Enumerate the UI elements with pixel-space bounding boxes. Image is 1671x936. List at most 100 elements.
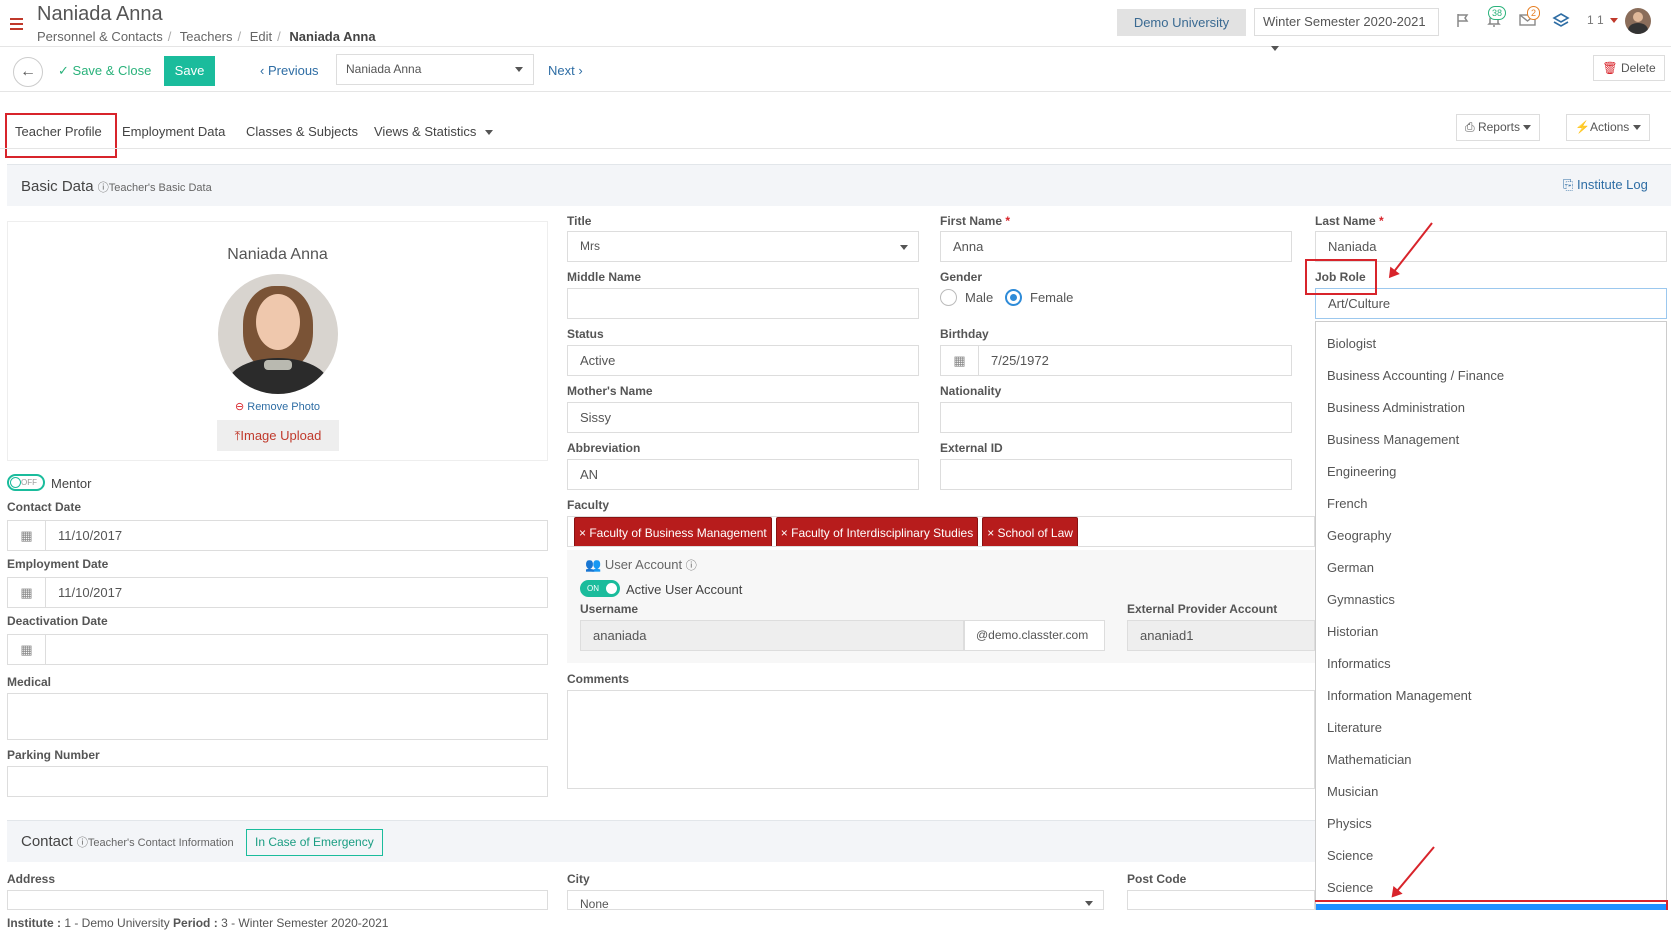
job-role-option[interactable]: Business Management xyxy=(1327,432,1459,447)
previous-button[interactable]: ‹ Previous xyxy=(260,63,319,78)
nationality-input[interactable] xyxy=(940,402,1292,433)
back-button[interactable]: ← xyxy=(13,57,43,87)
contact-date-input[interactable]: 11/10/2017 xyxy=(45,520,548,551)
city-select[interactable]: None xyxy=(567,890,1104,910)
breadcrumb-teachers[interactable]: Teachers xyxy=(180,29,233,44)
job-role-option[interactable]: Literature xyxy=(1327,720,1382,735)
faculty-tag-label: School of Law xyxy=(997,526,1073,540)
username-label: Username xyxy=(580,602,639,616)
last-name-label: Last Name * xyxy=(1315,214,1384,228)
remove-photo-link[interactable]: ⊖ Remove Photo xyxy=(8,400,547,413)
gender-male-radio[interactable] xyxy=(940,289,957,306)
job-role-dropdown: Biologist Business Accounting / Finance … xyxy=(1315,321,1667,936)
contact-title-text: Contact xyxy=(21,833,73,850)
calendar-icon[interactable]: ▦ xyxy=(7,634,45,665)
footer-period-value: 3 - Winter Semester 2020-2021 xyxy=(221,916,389,930)
calendar-icon[interactable]: ▦ xyxy=(7,520,45,551)
trash-icon: 🗑 xyxy=(1602,61,1618,75)
job-role-option[interactable]: Mathematician xyxy=(1327,752,1412,767)
calendar-icon[interactable]: ▦ xyxy=(940,345,978,376)
calendar-icon[interactable]: ▦ xyxy=(7,577,45,608)
job-role-option[interactable]: Business Administration xyxy=(1327,400,1465,415)
chevron-left-icon: ‹ xyxy=(260,63,265,78)
basic-data-subtitle: Teacher's Basic Data xyxy=(108,182,212,194)
job-role-option[interactable]: Gymnastics xyxy=(1327,592,1395,607)
flag-icon[interactable] xyxy=(1453,12,1473,32)
tab-views-statistics-label: Views & Statistics xyxy=(374,124,477,139)
first-name-input[interactable]: Anna xyxy=(940,231,1292,262)
parking-number-input[interactable] xyxy=(7,766,548,797)
tab-classes-subjects[interactable]: Classes & Subjects xyxy=(246,124,358,139)
address-input[interactable] xyxy=(7,890,548,910)
layers-icon[interactable] xyxy=(1551,12,1571,32)
menu-icon[interactable] xyxy=(10,18,23,30)
job-role-option[interactable]: German xyxy=(1327,560,1374,575)
employment-date-input[interactable]: 11/10/2017 xyxy=(45,577,548,608)
medical-textarea[interactable] xyxy=(7,693,548,740)
job-role-option[interactable]: Biologist xyxy=(1327,336,1376,351)
address-label: Address xyxy=(7,872,56,886)
middle-name-input[interactable] xyxy=(567,288,919,319)
actions-button[interactable]: ⚡Actions xyxy=(1566,114,1650,141)
institute-log-link[interactable]: ⎘ Institute Log xyxy=(1563,177,1648,193)
job-role-option[interactable]: Musician xyxy=(1327,784,1378,799)
job-role-option[interactable]: Geography xyxy=(1327,528,1391,543)
arrow-left-icon: ← xyxy=(20,63,36,80)
institute-button[interactable]: Demo University xyxy=(1117,9,1246,36)
image-upload-button[interactable]: ⤒Image Upload xyxy=(217,420,339,451)
abbreviation-input[interactable]: AN xyxy=(567,459,919,490)
reports-button[interactable]: ⎙ Reports xyxy=(1456,114,1541,141)
post-code-input[interactable] xyxy=(1127,890,1315,910)
external-provider-label: External Provider Account xyxy=(1127,602,1278,616)
comments-textarea[interactable] xyxy=(567,690,1315,789)
job-role-option[interactable]: Business Accounting / Finance xyxy=(1327,368,1504,383)
next-button[interactable]: Next › xyxy=(548,63,583,78)
job-role-option[interactable]: Information Management xyxy=(1327,688,1472,703)
save-close-button[interactable]: ✓ Save & Close xyxy=(58,63,151,79)
save-button[interactable]: Save xyxy=(164,56,215,86)
faculty-tag[interactable]: × Faculty of Business Management xyxy=(574,517,772,546)
faculty-multiselect[interactable]: × Faculty of Business Management × Facult… xyxy=(567,516,1315,547)
mentor-toggle[interactable]: OFF xyxy=(7,474,45,491)
faculty-tag[interactable]: × School of Law xyxy=(982,517,1078,546)
emergency-button[interactable]: In Case of Emergency xyxy=(246,829,383,856)
faculty-tag[interactable]: × Faculty of Interdisciplinary Studies xyxy=(775,517,979,546)
last-name-input[interactable]: Naniada xyxy=(1315,231,1667,262)
job-role-option[interactable]: Informatics xyxy=(1327,656,1391,671)
breadcrumb-personnel[interactable]: Personnel & Contacts xyxy=(37,29,163,44)
job-role-option[interactable]: Science xyxy=(1327,880,1373,895)
status-input[interactable]: Active xyxy=(567,345,919,376)
active-toggle-state: ON xyxy=(587,584,599,593)
record-select-value: Naniada Anna xyxy=(346,62,422,76)
gender-label: Gender xyxy=(940,270,983,284)
delete-button[interactable]: 🗑 Delete xyxy=(1593,55,1665,81)
job-role-option[interactable]: Engineering xyxy=(1327,464,1396,479)
gender-female-radio[interactable] xyxy=(1005,289,1022,306)
semester-select[interactable]: Winter Semester 2020-2021 xyxy=(1254,8,1439,52)
external-provider-input[interactable]: ananiad1 xyxy=(1127,620,1315,651)
birthday-input[interactable]: 7/25/1972 xyxy=(978,345,1292,376)
active-account-toggle[interactable]: ON xyxy=(580,580,620,597)
external-id-input[interactable] xyxy=(940,459,1292,490)
job-role-option[interactable]: Science xyxy=(1327,848,1373,863)
contact-title: Contact ⓘTeacher's Contact Information xyxy=(21,833,234,850)
breadcrumb-edit[interactable]: Edit xyxy=(250,29,272,44)
breadcrumb-current: Naniada Anna xyxy=(289,29,376,44)
username-input[interactable]: ananiada xyxy=(580,620,964,651)
job-role-option[interactable]: French xyxy=(1327,496,1367,511)
deactivation-date-input[interactable] xyxy=(45,634,548,665)
chevron-down-icon xyxy=(1523,125,1532,131)
tab-employment-data[interactable]: Employment Data xyxy=(122,124,225,139)
city-select-value: None xyxy=(580,897,609,910)
job-role-option[interactable]: Historian xyxy=(1327,624,1378,639)
user-menu[interactable]: 1 1 xyxy=(1587,13,1619,27)
mothers-name-input[interactable]: Sissy xyxy=(567,402,919,433)
title-select[interactable]: Mrs xyxy=(567,231,919,262)
title-select-value: Mrs xyxy=(580,239,600,253)
gender-male-label: Male xyxy=(965,290,994,305)
record-select[interactable]: Naniada Anna xyxy=(336,54,534,85)
tab-views-statistics[interactable]: Views & Statistics xyxy=(374,124,493,139)
avatar[interactable] xyxy=(1625,8,1651,34)
job-role-option[interactable]: Physics xyxy=(1327,816,1372,831)
notifications-badge: 38 xyxy=(1488,6,1507,20)
